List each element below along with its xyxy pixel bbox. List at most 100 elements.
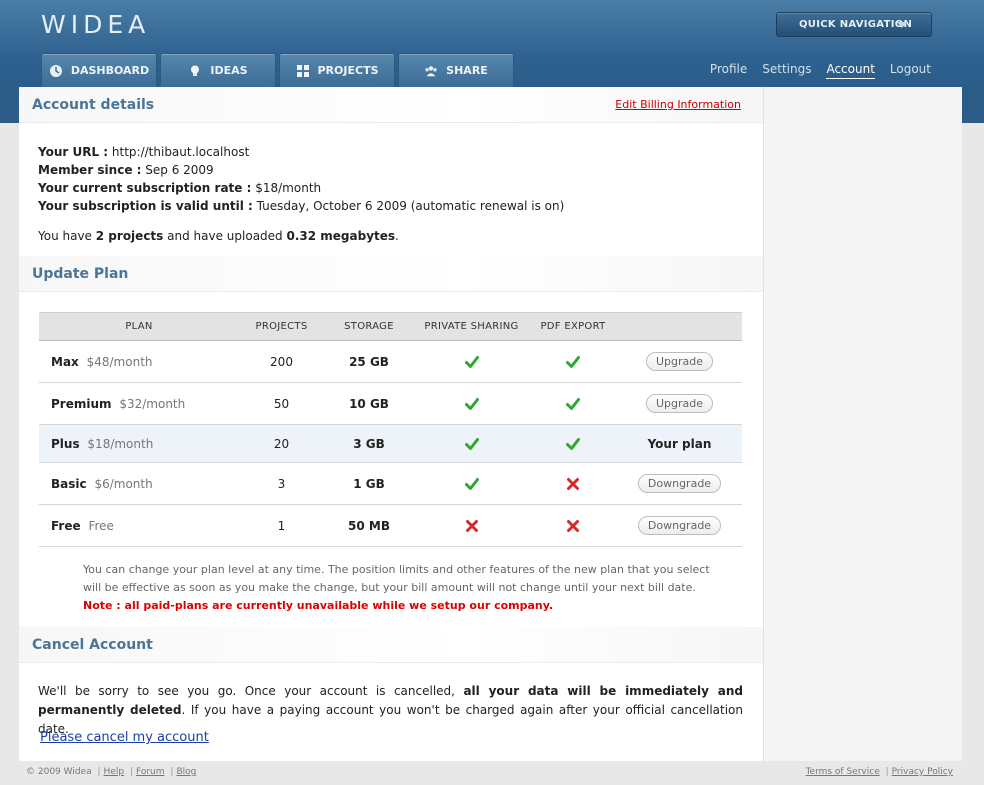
plan-pdf-export [529, 340, 617, 383]
people-icon [425, 65, 437, 76]
column-header: PDF EXPORT [529, 312, 617, 341]
plan-private-sharing [414, 504, 529, 547]
plan-action: Upgrade [617, 382, 742, 425]
dashboard-icon [49, 64, 62, 77]
forum-link[interactable]: Forum [136, 767, 165, 777]
column-header: PLAN [39, 312, 239, 341]
plan-row-free: Free Free 1 50 MB Downgrade [39, 504, 742, 547]
plan-pdf-export [529, 504, 617, 547]
account-details-title: Account details [32, 97, 155, 113]
valid-value: Tuesday, October 6 2009 (automatic renew… [256, 199, 565, 213]
cross-icon [567, 519, 579, 532]
logout-link[interactable]: Logout [890, 62, 931, 79]
plan-name: Basic [51, 476, 87, 491]
plan-price: $48/month [86, 354, 153, 369]
update-plan-title: Update Plan [32, 266, 129, 282]
tab-share-label: SHARE [446, 64, 488, 77]
column-header: PROJECTS [239, 312, 324, 341]
plan-action: Downgrade [617, 504, 742, 547]
plan-storage: 25 GB [324, 340, 414, 383]
plan-name: Max [51, 354, 79, 369]
quick-navigation-button[interactable]: QUICK NAVIGATION [776, 12, 932, 37]
blog-link[interactable]: Blog [176, 767, 196, 777]
upgrade-button[interactable]: Upgrade [645, 352, 714, 371]
tab-ideas[interactable]: IDEAS [160, 53, 276, 87]
plan-storage: 1 GB [324, 462, 414, 505]
downgrade-button[interactable]: Downgrade [637, 474, 722, 493]
account-info: Your URL : http://thibaut.localhost Memb… [38, 143, 564, 215]
plan-row-max: Max $48/month 200 25 GB Upgrade [39, 340, 742, 383]
downgrade-button[interactable]: Downgrade [637, 516, 722, 535]
main-content: Account details Edit Billing Information… [19, 87, 763, 761]
tab-ideas-label: IDEAS [210, 64, 248, 77]
valid-row: Your subscription is valid until : Tuesd… [38, 199, 565, 213]
plan-storage: 50 MB [324, 504, 414, 547]
your-plan-label: Your plan [647, 436, 712, 451]
column-header: PRIVATE SHARING [414, 312, 529, 341]
top-links: Profile Settings Account Logout [710, 62, 931, 79]
settings-link[interactable]: Settings [762, 62, 811, 79]
lightbulb-icon [191, 65, 200, 76]
privacy-link[interactable]: Privacy Policy [892, 767, 953, 777]
check-icon [464, 477, 479, 490]
plan-private-sharing [414, 424, 529, 463]
plan-projects: 1 [239, 504, 324, 547]
plan-storage: 3 GB [324, 424, 414, 463]
usage-text: You have 2 projects and have uploaded 0.… [38, 229, 399, 243]
plan-private-sharing [414, 382, 529, 425]
plan-name: Plus [51, 436, 80, 451]
plan-price: $18/month [87, 436, 154, 451]
check-icon [566, 437, 580, 450]
plan-name-cell: Premium $32/month [39, 382, 239, 425]
edit-billing-link[interactable]: Edit Billing Information [615, 98, 741, 111]
plan-name-cell: Plus $18/month [39, 424, 239, 463]
tab-share[interactable]: SHARE [398, 53, 514, 87]
plans-table-header: PLAN PROJECTS STORAGE PRIVATE SHARING PD… [39, 312, 742, 341]
member-value: Sep 6 2009 [145, 163, 214, 177]
quick-navigation-label: QUICK NAVIGATION [799, 19, 913, 30]
cancel-account-link[interactable]: Please cancel my account [40, 730, 209, 745]
rate-row: Your current subscription rate : $18/mon… [38, 181, 322, 195]
plan-warning: Note : all paid-plans are currently unav… [83, 599, 554, 612]
plans-table: PLAN PROJECTS STORAGE PRIVATE SHARING PD… [39, 312, 742, 547]
help-link[interactable]: Help [104, 767, 125, 777]
plan-row-plus: Plus $18/month 20 3 GB Your plan [39, 424, 742, 463]
column-header: STORAGE [324, 312, 414, 341]
check-icon [464, 397, 479, 410]
update-plan-header: Update Plan [19, 256, 763, 292]
cancel-account-header: Cancel Account [19, 627, 763, 663]
column-header [617, 312, 742, 341]
plan-price: $32/month [119, 396, 186, 411]
sidebar [763, 87, 962, 761]
profile-link[interactable]: Profile [710, 62, 747, 79]
plan-row-basic: Basic $6/month 3 1 GB Downgrade [39, 462, 742, 505]
copyright: © 2009 Widea [26, 767, 92, 777]
logo[interactable]: WIDEA [41, 10, 150, 39]
plan-name-cell: Free Free [39, 504, 239, 547]
cross-icon [567, 477, 579, 490]
plan-private-sharing [414, 340, 529, 383]
chevron-down-icon [897, 22, 907, 28]
footer-right: Terms of Service | Privacy Policy [805, 767, 953, 777]
tab-dashboard-label: DASHBOARD [70, 64, 150, 77]
plan-name-cell: Max $48/month [39, 340, 239, 383]
plan-note: You can change your plan level at any ti… [83, 561, 743, 615]
account-link[interactable]: Account [826, 62, 875, 79]
member-row: Member since : Sep 6 2009 [38, 163, 214, 177]
plan-projects: 3 [239, 462, 324, 505]
cross-icon [465, 519, 478, 532]
tab-projects[interactable]: PROJECTS [279, 53, 395, 87]
check-icon [464, 437, 479, 450]
footer-left: © 2009 Widea | Help | Forum | Blog [26, 767, 197, 777]
url-row: Your URL : http://thibaut.localhost [38, 145, 250, 159]
upgrade-button[interactable]: Upgrade [645, 394, 714, 413]
terms-link[interactable]: Terms of Service [806, 767, 880, 777]
plan-pdf-export [529, 382, 617, 425]
tab-dashboard[interactable]: DASHBOARD [41, 53, 157, 87]
plan-price: $6/month [94, 476, 153, 491]
plan-name-cell: Basic $6/month [39, 462, 239, 505]
url-value: http://thibaut.localhost [111, 145, 250, 159]
plan-row-premium: Premium $32/month 50 10 GB Upgrade [39, 382, 742, 425]
plan-action: Downgrade [617, 462, 742, 505]
check-icon [566, 355, 580, 368]
